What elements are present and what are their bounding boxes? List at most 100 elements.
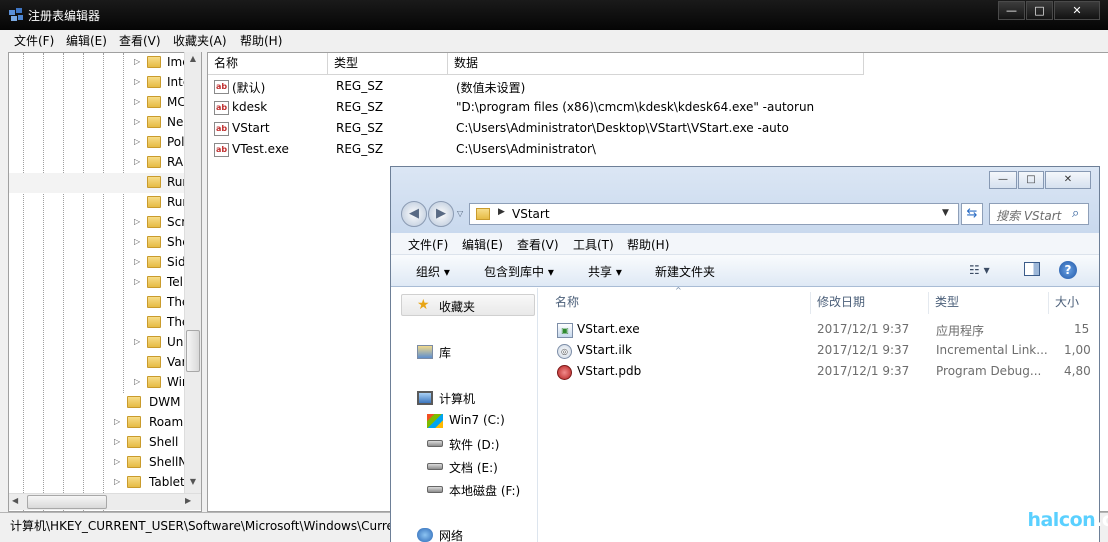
tree-item[interactable]: ▷ Inte <box>9 73 190 93</box>
expand-arrow-icon[interactable]: ▷ <box>134 137 140 146</box>
folder-icon <box>147 116 161 128</box>
scroll-up-icon[interactable]: ▲ <box>187 54 199 66</box>
expand-arrow-icon[interactable]: ▷ <box>134 157 140 166</box>
column-header-data[interactable]: 数据 <box>448 53 864 75</box>
search-box[interactable]: 搜索 VStart ⌕ <box>989 203 1089 225</box>
expand-arrow-icon[interactable]: ▷ <box>134 217 140 226</box>
share-button[interactable]: 共享 ▾ <box>588 263 622 280</box>
explorer-close-button[interactable]: ✕ <box>1045 171 1091 189</box>
explorer-menu-help[interactable]: 帮助(H) <box>627 236 669 253</box>
tree-item-selected[interactable]: Run <box>9 173 190 193</box>
scroll-left-icon[interactable]: ◀ <box>12 496 18 505</box>
tree-item[interactable]: ▷ Ne <box>9 113 185 133</box>
scroll-right-icon[interactable]: ▶ <box>185 496 191 505</box>
search-input[interactable]: 搜索 VStart <box>996 207 1061 224</box>
tree-item[interactable]: ▷ Ime <box>9 53 190 73</box>
forward-arrow-icon[interactable]: ▶ <box>428 201 454 227</box>
new-folder-button[interactable]: 新建文件夹 <box>655 263 715 280</box>
key-tree[interactable]: ▷ Ime ▷ Inte ▷ MC ▷ Ne ▷ Pol ▷ RA Run Run ▷ Scr… <box>8 52 202 512</box>
explorer-menu-file[interactable]: 文件(F) <box>408 236 448 253</box>
expand-arrow-icon[interactable]: ▷ <box>134 117 140 126</box>
refresh-icon[interactable]: ⇆ <box>961 203 983 225</box>
expand-arrow-icon[interactable]: ▷ <box>134 257 140 266</box>
address-dropdown-icon[interactable]: ▼ <box>942 208 949 218</box>
view-options-icon[interactable]: ☷ ▾ <box>969 263 990 277</box>
scroll-down-icon[interactable]: ▼ <box>187 477 199 489</box>
expand-arrow-icon[interactable]: ▷ <box>134 57 140 66</box>
title-bar[interactable]: 注册表编辑器 — □ ✕ <box>0 0 1108 30</box>
explorer-maximize-button[interactable]: □ <box>1018 171 1044 189</box>
preview-pane-icon[interactable] <box>1024 262 1040 276</box>
explorer-menu-tools[interactable]: 工具(T) <box>573 236 614 253</box>
recent-pages-chevron-icon[interactable]: ▽ <box>457 209 463 218</box>
value-row[interactable]: ab VTest.exe REG_SZ C:\Users\Administrat… <box>208 140 1108 161</box>
column-header-type[interactable]: 类型 <box>929 292 1049 314</box>
file-row[interactable]: ◎ VStart.ilk 2017/12/1 9:37 Incremental … <box>539 341 1099 362</box>
maximize-button[interactable]: □ <box>1026 1 1053 20</box>
back-arrow-icon[interactable]: ◀ <box>401 201 427 227</box>
column-header-type[interactable]: 类型 <box>328 53 448 75</box>
tree-item[interactable]: ▷ Sid <box>9 253 186 273</box>
address-bar[interactable]: ▶ VStart ▼ <box>469 203 959 225</box>
tree-item[interactable]: The <box>9 293 189 313</box>
expand-arrow-icon[interactable]: ▷ <box>134 277 140 286</box>
tree-vertical-scrollbar[interactable]: ▲ ▼ <box>184 52 201 495</box>
tree-item[interactable]: Var <box>9 353 187 373</box>
breadcrumb-arrow-icon[interactable]: ▶ <box>498 207 505 217</box>
string-value-icon: ab <box>214 122 229 136</box>
close-button[interactable]: ✕ <box>1054 1 1100 20</box>
value-row[interactable]: ab kdesk REG_SZ "D:\program files (x86)\… <box>208 98 1108 119</box>
scroll-thumb[interactable] <box>27 495 107 509</box>
expand-arrow-icon[interactable]: ▷ <box>134 337 140 346</box>
expand-arrow-icon[interactable]: ▷ <box>134 77 140 86</box>
tree-item[interactable]: ▷ Pol <box>9 133 185 153</box>
tree-horizontal-scrollbar[interactable]: ◀ ▶ <box>9 493 201 510</box>
tree-item[interactable]: The <box>9 313 189 333</box>
expand-arrow-icon[interactable]: ▷ <box>134 97 140 106</box>
expand-arrow-icon[interactable]: ▷ <box>114 417 120 426</box>
search-icon[interactable]: ⌕ <box>1072 206 1079 221</box>
tree-item[interactable]: ▷ RA <box>9 153 185 173</box>
value-row[interactable]: ab VStart REG_SZ C:\Users\Administrator\… <box>208 119 1108 140</box>
scroll-thumb[interactable] <box>186 330 200 372</box>
tree-item[interactable]: ▷ Win <box>9 373 190 393</box>
column-header-name[interactable]: 名称 <box>208 53 328 75</box>
column-header-size[interactable]: 大小 <box>1049 292 1099 314</box>
tree-item[interactable]: ▷ She <box>9 233 190 253</box>
tree-item[interactable]: ▷ Un <box>9 333 185 353</box>
help-icon[interactable]: ? <box>1059 261 1077 279</box>
string-value-icon: ab <box>214 143 229 157</box>
tree-item[interactable]: ▷ Tel <box>9 273 185 293</box>
expand-arrow-icon[interactable]: ▷ <box>114 477 120 486</box>
organize-button[interactable]: 组织 ▾ <box>416 263 450 280</box>
include-in-library-button[interactable]: 包含到库中 ▾ <box>484 263 554 280</box>
tree-item[interactable]: DWM <box>9 393 185 413</box>
tree-item[interactable]: ▷ Shell <box>9 433 185 453</box>
tree-item[interactable]: ▷ Roami <box>9 413 187 433</box>
value-row[interactable]: ab (默认) REG_SZ (数值未设置) <box>208 77 1108 98</box>
menu-file[interactable]: 文件(F) <box>14 32 54 49</box>
explorer-menu-view[interactable]: 查看(V) <box>517 236 559 253</box>
menu-edit[interactable]: 编辑(E) <box>66 32 107 49</box>
expand-arrow-icon[interactable]: ▷ <box>114 437 120 446</box>
explorer-minimize-button[interactable]: — <box>989 171 1017 189</box>
tree-item[interactable]: Run <box>9 193 190 213</box>
expand-arrow-icon[interactable]: ▷ <box>114 457 120 466</box>
file-row[interactable]: VStart.pdb 2017/12/1 9:37 Program Debug.… <box>539 362 1099 383</box>
menu-help[interactable]: 帮助(H) <box>240 32 282 49</box>
file-list[interactable]: ^ 名称 修改日期 类型 大小 ▣ VStart.exe 2017/12/1 9… <box>539 286 1099 542</box>
expand-arrow-icon[interactable]: ▷ <box>134 377 140 386</box>
explorer-menu-edit[interactable]: 编辑(E) <box>462 236 503 253</box>
expand-arrow-icon[interactable]: ▷ <box>134 237 140 246</box>
tree-item[interactable]: ▷ Scr <box>9 213 186 233</box>
file-row[interactable]: ▣ VStart.exe 2017/12/1 9:37 应用程序 15 <box>539 320 1099 341</box>
tree-item[interactable]: ▷ ShellN <box>9 453 187 473</box>
tree-item[interactable]: ▷ MC <box>9 93 186 113</box>
minimize-button[interactable]: — <box>998 1 1025 20</box>
menu-view[interactable]: 查看(V) <box>119 32 161 49</box>
column-header-name[interactable]: 名称 <box>549 292 811 314</box>
column-header-date[interactable]: 修改日期 <box>811 292 929 314</box>
menu-favorites[interactable]: 收藏夹(A) <box>173 32 227 49</box>
breadcrumb-vstart[interactable]: VStart <box>512 207 550 221</box>
tree-item[interactable]: ▷ Tablet <box>9 473 185 493</box>
